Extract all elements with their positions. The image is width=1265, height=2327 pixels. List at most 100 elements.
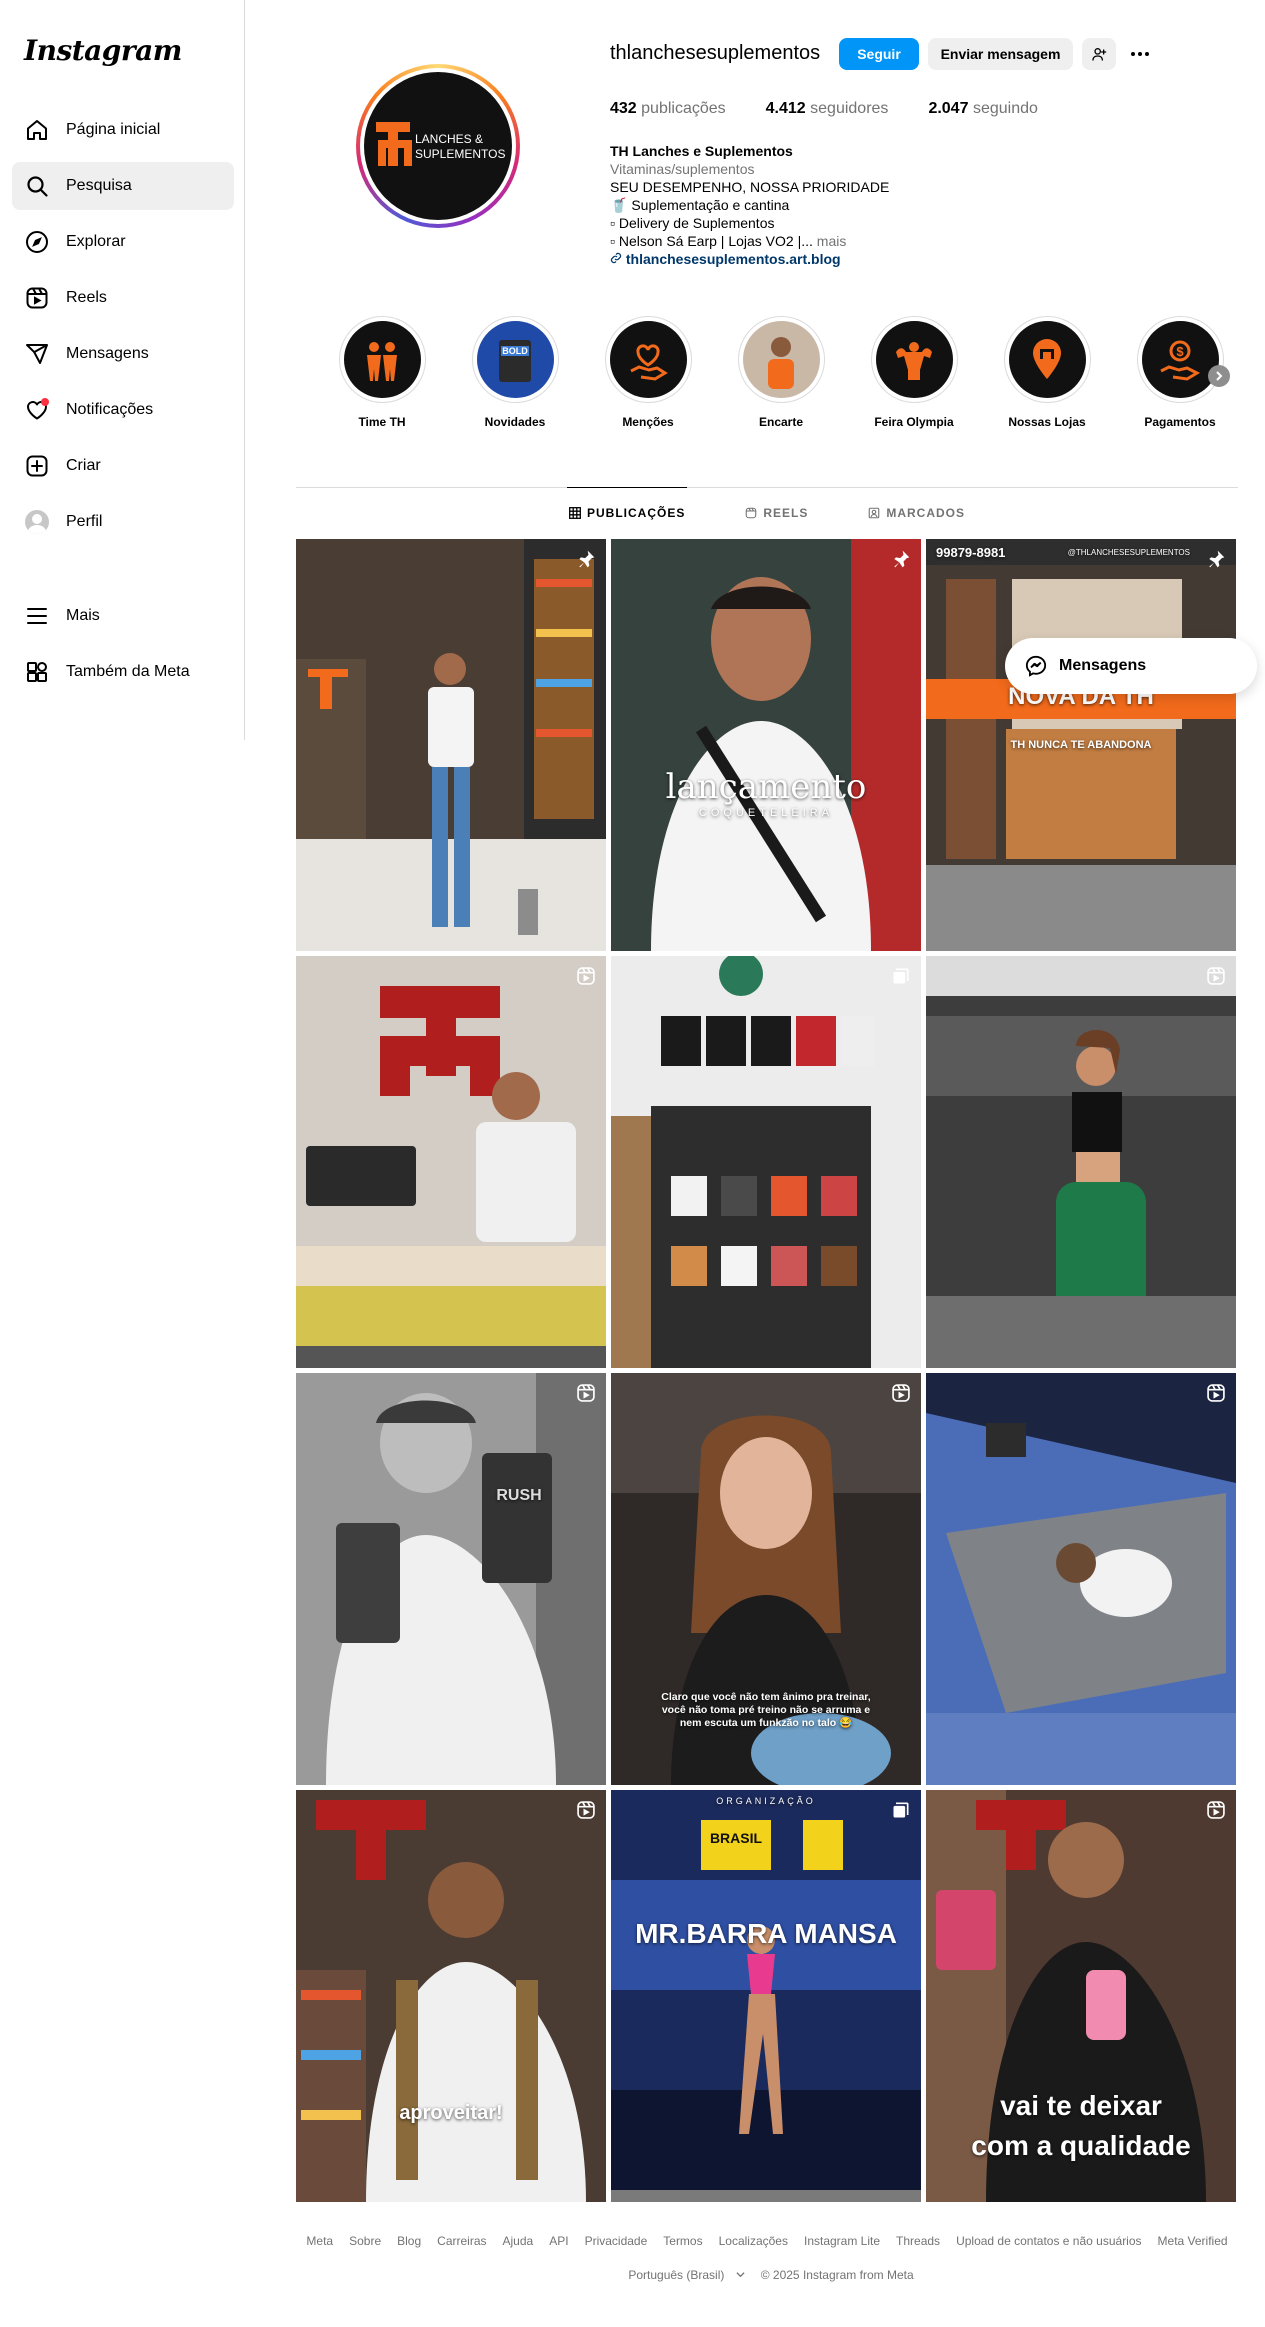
highlight-nossas-lojas[interactable]: Nossas Lojas (997, 316, 1097, 429)
instagram-logo[interactable]: Instagram (24, 34, 182, 67)
post-tile[interactable]: vai te deixar com a qualidade (926, 1790, 1236, 2202)
sidebar-item-reels[interactable]: Reels (12, 274, 234, 322)
footer-link[interactable]: Termos (663, 2234, 702, 2248)
post-tile[interactable]: lançamento COQUETELEIRA (611, 539, 921, 951)
post-image (611, 956, 921, 1368)
messenger-icon (1025, 655, 1047, 677)
sidebar-item-meta[interactable]: Também da Meta (12, 648, 234, 696)
reel-icon (577, 967, 595, 985)
post-image (611, 1790, 921, 2202)
footer-link[interactable]: Upload de contatos e não usuários (956, 2234, 1141, 2248)
footer-link[interactable]: API (549, 2234, 568, 2248)
sidebar-item-home[interactable]: Página inicial (12, 106, 234, 154)
meta-apps-icon (24, 659, 50, 685)
bio-line-truncated: ▫ Nelson Sá Earp | Lojas VO2 |... mais (610, 233, 847, 249)
sidebar-item-label: Reels (66, 289, 107, 306)
highlight-mencoes[interactable]: Menções (598, 316, 698, 429)
post-caption: aproveitar! (399, 2102, 503, 2124)
highlight-label: Feira Olympia (874, 415, 954, 429)
link-icon (610, 252, 622, 264)
send-message-button[interactable]: Enviar mensagem (928, 38, 1073, 70)
post-tile[interactable] (926, 1373, 1236, 1785)
logo-text-2: SUPLEMENTOS (415, 147, 505, 161)
bio-link[interactable]: thlanchesesuplementos.art.blog (610, 250, 1050, 268)
grid-icon (569, 507, 581, 519)
footer-link[interactable]: Instagram Lite (804, 2234, 880, 2248)
footer-link[interactable]: Localizações (719, 2234, 788, 2248)
footer-link[interactable]: Meta Verified (1158, 2234, 1228, 2248)
search-icon (24, 173, 50, 199)
create-icon (24, 453, 50, 479)
bio-line: 🥤 Suplementação e cantina (610, 197, 790, 213)
sidebar-item-label: Criar (66, 457, 101, 474)
highlight-feira-olympia[interactable]: Feira Olympia (864, 316, 964, 429)
highlight-label: Nossas Lojas (1008, 415, 1086, 429)
tab-posts[interactable]: PUBLICAÇÕES (566, 487, 688, 539)
sidebar-item-label: Notificações (66, 401, 154, 418)
footer-link[interactable]: Sobre (349, 2234, 381, 2248)
post-tile[interactable] (926, 956, 1236, 1368)
highlight-encarte[interactable]: Encarte (731, 316, 831, 429)
carousel-icon (893, 968, 909, 984)
post-tile[interactable]: 99879-8981 @THLANCHESESUPLEMENTOS NOVA D… (926, 539, 1236, 951)
highlight-novidades[interactable]: BOLD Novidades (465, 316, 565, 429)
profile-category: Vitaminas/suplementos (610, 161, 755, 177)
pinned-icon (1209, 550, 1225, 568)
sidebar-item-profile[interactable]: Perfil (12, 498, 234, 546)
post-caption-line1: vai te deixar (1000, 2090, 1162, 2121)
suggested-users-button[interactable] (1082, 38, 1116, 70)
sidebar-item-label: Mais (66, 607, 100, 624)
messages-floating-button[interactable]: Mensagens (1005, 638, 1257, 694)
profile-picture[interactable]: LANCHES & SUPLEMENTOS (356, 64, 520, 228)
post-tile[interactable] (611, 956, 921, 1368)
footer-link[interactable]: Ajuda (503, 2234, 534, 2248)
tab-reels[interactable]: REELS (745, 487, 808, 539)
profile-tabs: PUBLICAÇÕES REELS MARCADOS (296, 487, 1238, 539)
footer-link[interactable]: Threads (896, 2234, 940, 2248)
sidebar-item-explore[interactable]: Explorar (12, 218, 234, 266)
footer-bottom: Português (Brasil) © 2025 Instagram from… (296, 2268, 1238, 2282)
add-person-icon (1092, 48, 1107, 61)
product-thumbnail: BOLD (476, 321, 554, 398)
notification-dot (41, 398, 49, 406)
bio-more-link[interactable]: mais (817, 233, 847, 249)
post-caption: Claro que você não tem ânimo pra treinar… (661, 1691, 871, 1729)
sidebar-item-create[interactable]: Criar (12, 442, 234, 490)
language-selector[interactable]: Português (Brasil) (620, 2268, 745, 2282)
followers-stat[interactable]: 4.412 seguidores (766, 100, 889, 118)
post-tile[interactable]: RUSH (296, 1373, 606, 1785)
post-image (926, 956, 1236, 1368)
heart-icon (24, 397, 50, 423)
footer-link[interactable]: Carreiras (437, 2234, 486, 2248)
footer-link[interactable]: Privacidade (585, 2234, 648, 2248)
post-tile[interactable]: Claro que você não tem ânimo pra treinar… (611, 1373, 921, 1785)
post-image (296, 956, 606, 1368)
follow-button[interactable]: Seguir (839, 38, 919, 70)
pinned-icon (579, 550, 595, 568)
posts-stat: 432 publicações (610, 100, 726, 117)
bodybuilder-icon (875, 321, 953, 398)
reels-icon (24, 285, 50, 311)
money-hand-icon: $ (1141, 321, 1219, 398)
sidebar-item-notifications[interactable]: Notificações (12, 386, 234, 434)
post-tagline: TH NUNCA TE ABANDONA (1010, 739, 1152, 751)
highlight-time-th[interactable]: Time TH (332, 316, 432, 429)
sidebar-item-more[interactable]: Mais (12, 592, 234, 640)
svg-text:$: $ (1176, 344, 1184, 359)
post-tile[interactable] (296, 956, 606, 1368)
tab-tagged[interactable]: MARCADOS (868, 487, 965, 539)
sidebar-item-search[interactable]: Pesquisa (12, 162, 234, 210)
post-tile[interactable]: aproveitar! (296, 1790, 606, 2202)
following-stat[interactable]: 2.047 seguindo (928, 100, 1037, 118)
sidebar-item-messages[interactable]: Mensagens (12, 330, 234, 378)
menu-icon (24, 603, 50, 629)
sidebar-item-label: Explorar (66, 233, 126, 250)
highlights-next-button[interactable] (1208, 365, 1230, 387)
post-handle: @THLANCHESESUPLEMENTOS (1067, 548, 1190, 557)
post-tile[interactable]: ORGANIZAÇÃO BRASIL MR.BARRA MANSA (611, 1790, 921, 2202)
more-horizontal-icon (1131, 52, 1149, 56)
footer-link[interactable]: Blog (397, 2234, 421, 2248)
footer-link[interactable]: Meta (306, 2234, 333, 2248)
more-options-button[interactable] (1124, 38, 1156, 70)
post-tile[interactable] (296, 539, 606, 951)
